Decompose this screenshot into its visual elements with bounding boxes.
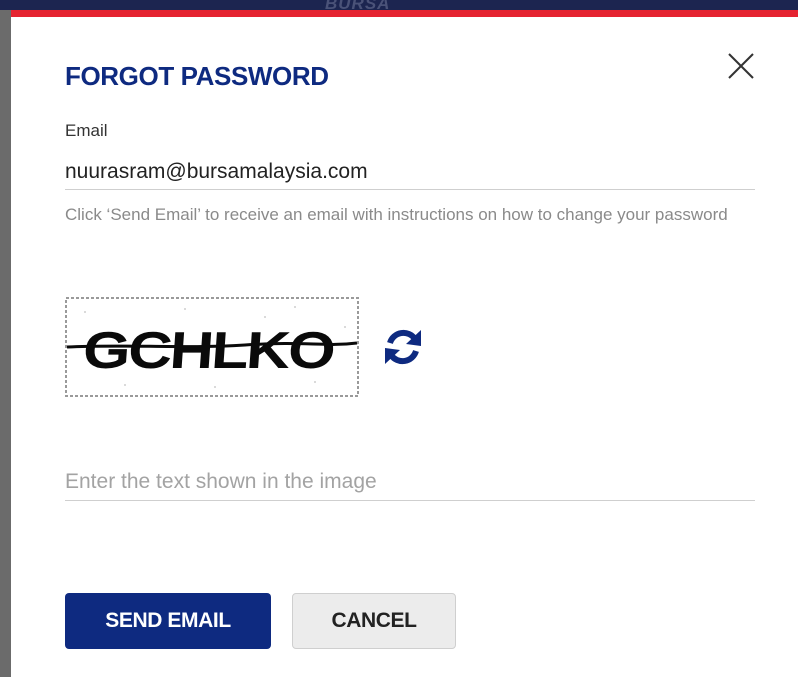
backdrop-header: BURSA — [0, 0, 798, 13]
forgot-password-dialog: FORGOT PASSWORD Email Click ‘Send Email’… — [11, 10, 798, 677]
captcha-image: GCHLKO — [65, 297, 359, 397]
close-icon — [728, 53, 754, 79]
dialog-title: FORGOT PASSWORD — [65, 61, 329, 91]
refresh-icon — [385, 329, 421, 365]
cancel-button[interactable]: CANCEL — [292, 593, 456, 649]
email-field[interactable] — [65, 155, 755, 190]
captcha-text: GCHLKO — [81, 322, 336, 380]
helper-text: Click ‘Send Email’ to receive an email w… — [65, 205, 728, 224]
close-button[interactable] — [725, 50, 757, 82]
captcha-input[interactable] — [65, 464, 755, 501]
captcha-refresh-button[interactable] — [381, 324, 425, 370]
email-label: Email — [65, 121, 108, 140]
send-email-button[interactable]: SEND EMAIL — [65, 593, 271, 649]
